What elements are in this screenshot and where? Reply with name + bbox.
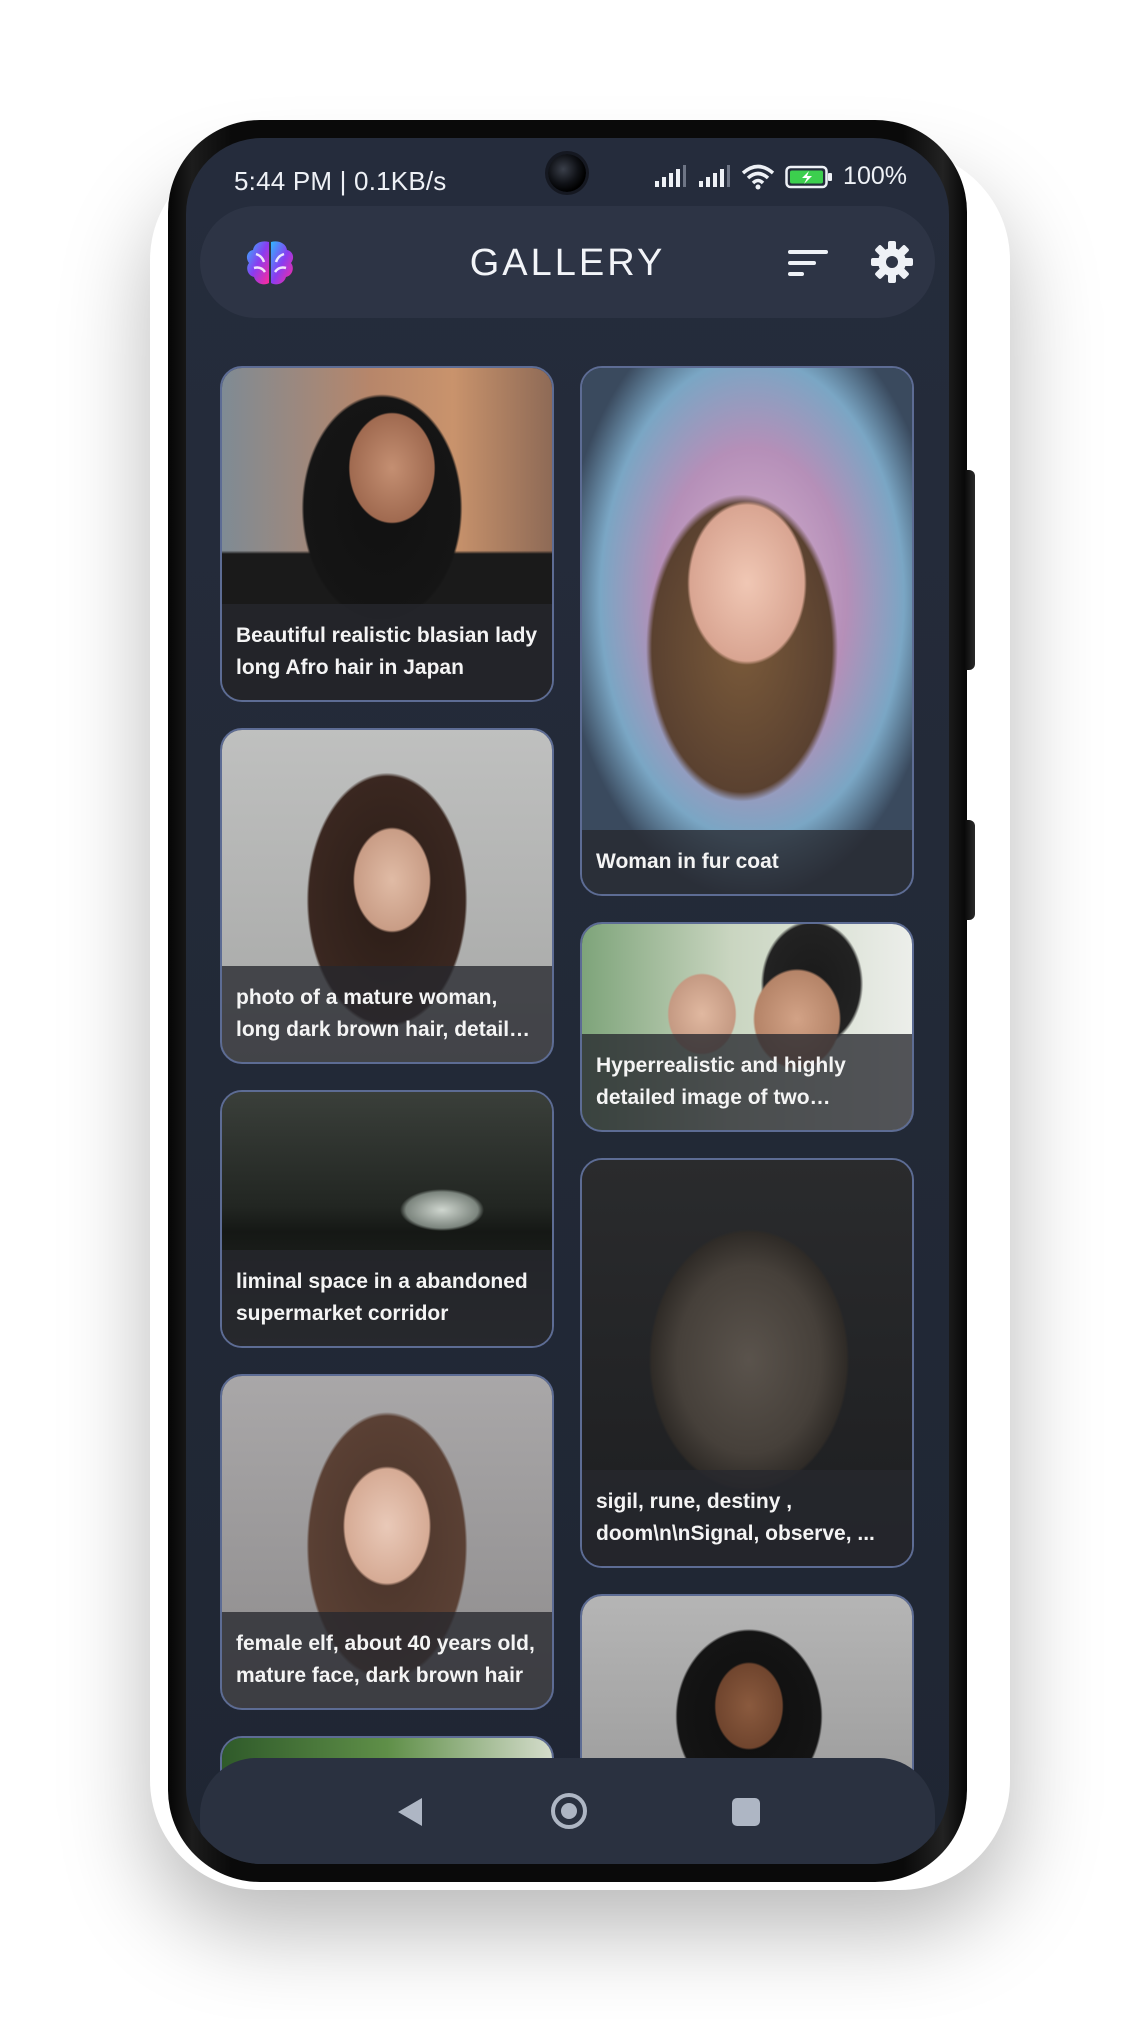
gallery-caption: sigil, rune, destiny , doom\n\nSignal, o… bbox=[596, 1490, 875, 1545]
gallery-caption: Beautiful realistic blasian lady long Af… bbox=[236, 624, 538, 679]
battery-icon bbox=[785, 165, 833, 188]
gallery-card[interactable]: sigil, rune, destiny , doom\n\nSignal, o… bbox=[580, 1158, 914, 1568]
gallery-caption: Hyperrealistic and highly detailed image… bbox=[596, 1054, 846, 1109]
navigation-bar bbox=[200, 1758, 935, 1864]
sort-icon[interactable] bbox=[788, 246, 828, 280]
gallery-card[interactable]: liminal space in a abandoned supermarket… bbox=[220, 1090, 554, 1348]
screen: 5:44 PM | 0.1KB/s 100% GALLERY Beautiful… bbox=[186, 138, 949, 1864]
gallery-caption: Woman in fur coat bbox=[596, 850, 779, 873]
gallery-image bbox=[582, 368, 912, 894]
status-time: 5:44 PM | 0.1KB/s bbox=[234, 166, 447, 196]
signal-icon bbox=[655, 164, 687, 187]
home-icon[interactable] bbox=[550, 1792, 588, 1830]
gallery-caption: liminal space in a abandoned supermarket… bbox=[236, 1270, 528, 1325]
recents-icon[interactable] bbox=[732, 1798, 760, 1826]
gear-icon[interactable] bbox=[870, 240, 914, 284]
battery-percent: 100% bbox=[843, 162, 907, 190]
gallery-card[interactable]: photo of a mature woman, long dark brown… bbox=[220, 728, 554, 1064]
volume-button bbox=[965, 470, 975, 670]
wifi-icon bbox=[741, 164, 775, 189]
back-icon[interactable] bbox=[396, 1796, 424, 1828]
power-button bbox=[965, 820, 975, 920]
signal-icon bbox=[699, 164, 731, 187]
gallery-caption: female elf, about 40 years old, mature f… bbox=[236, 1632, 535, 1687]
gallery-card[interactable]: Beautiful realistic blasian lady long Af… bbox=[220, 366, 554, 702]
gallery-card[interactable]: Hyperrealistic and highly detailed image… bbox=[580, 922, 914, 1132]
gallery-card[interactable]: Woman in fur coat bbox=[580, 366, 914, 896]
front-camera bbox=[548, 154, 586, 192]
gallery-caption: photo of a mature woman, long dark brown… bbox=[236, 986, 534, 1041]
app-bar: GALLERY bbox=[200, 206, 935, 318]
gallery-card[interactable]: female elf, about 40 years old, mature f… bbox=[220, 1374, 554, 1710]
status-bar: 5:44 PM | 0.1KB/s 100% bbox=[186, 138, 949, 208]
